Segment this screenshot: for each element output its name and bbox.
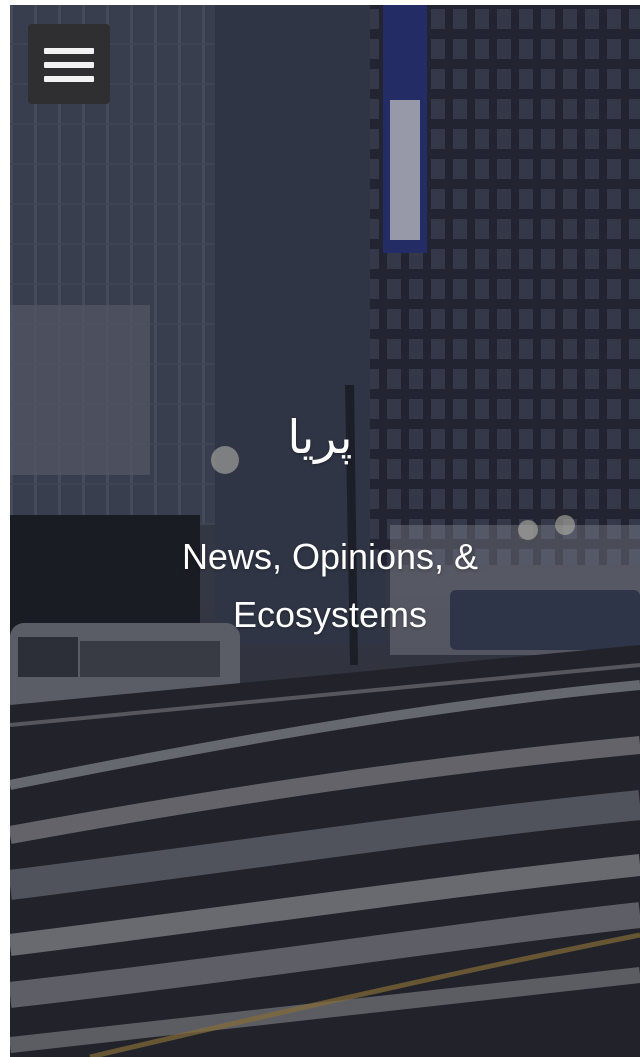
site-title: پریا xyxy=(287,410,353,464)
site-tagline: News, Opinions, & Ecosystems xyxy=(181,536,479,635)
menu-button[interactable] xyxy=(28,24,110,104)
page: پریا News, Opinions, & Ecosystems xyxy=(0,0,640,1057)
